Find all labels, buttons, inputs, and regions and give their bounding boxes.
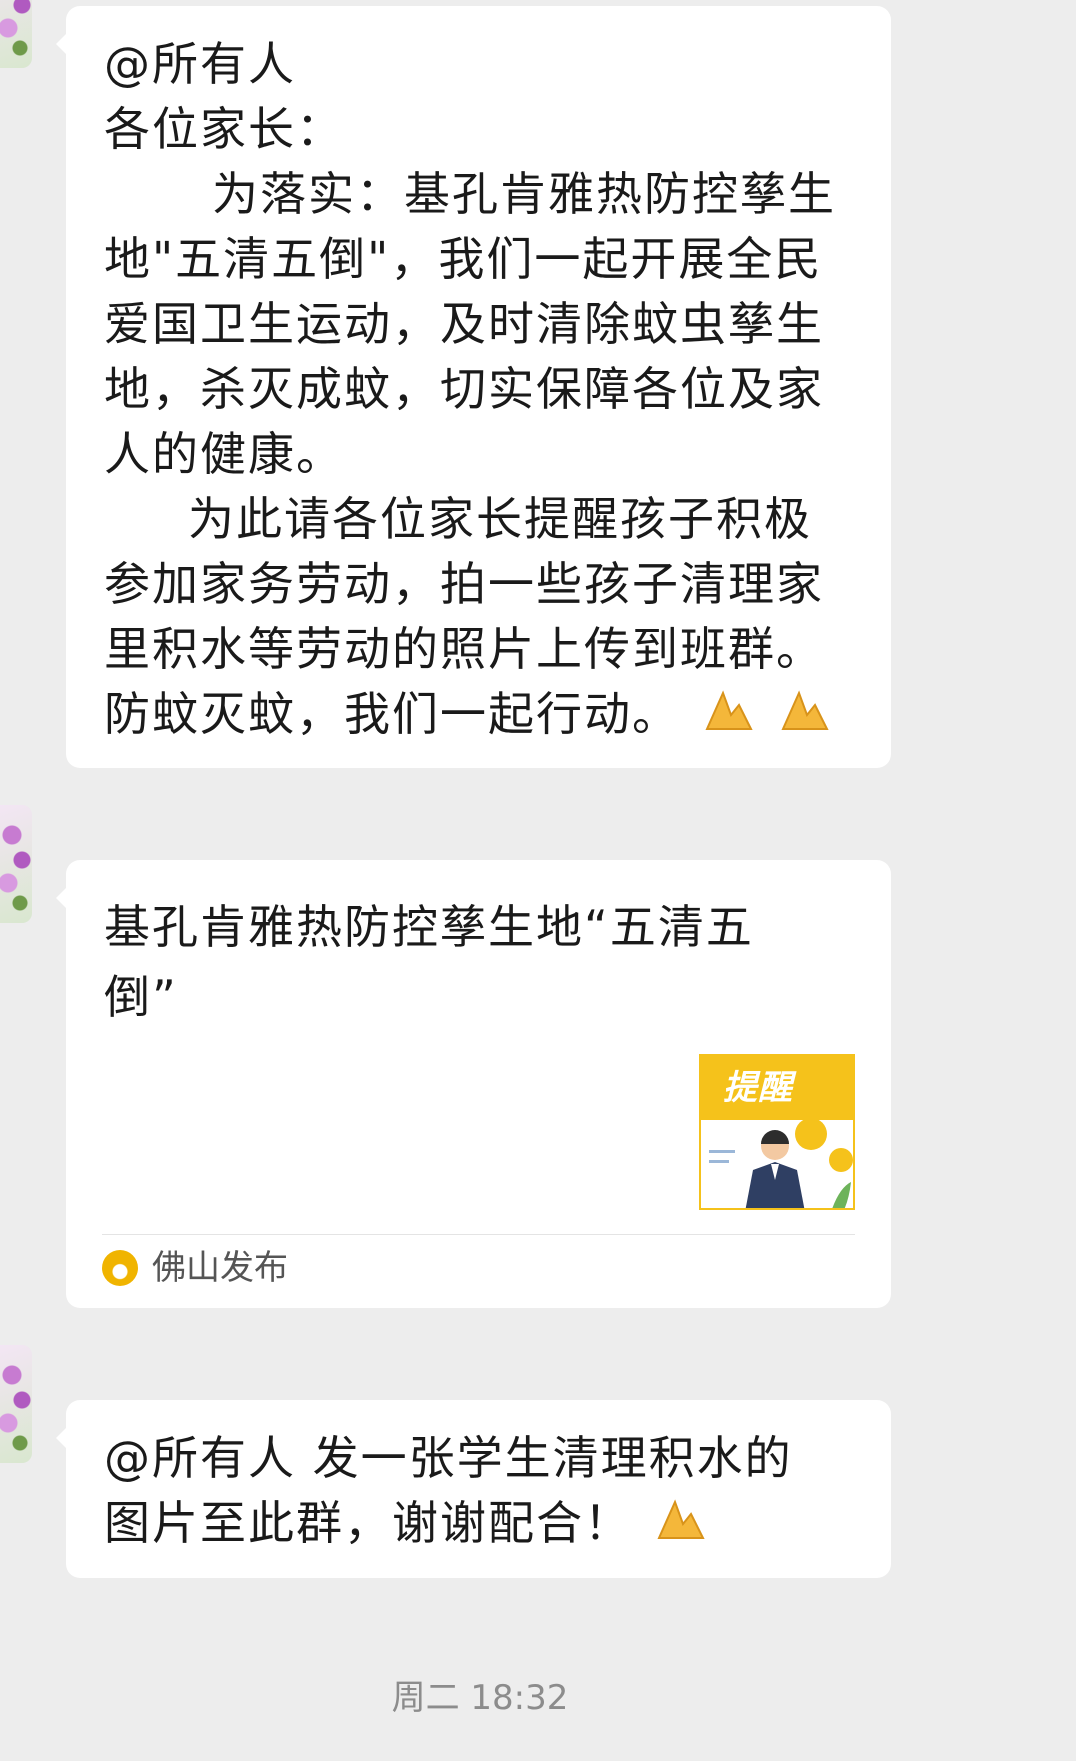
article-title: 基孔肯雅热防控孳生地“五清五 倒” — [104, 892, 844, 1032]
sender-avatar[interactable] — [0, 805, 32, 923]
message-line: 图片至此群，谢谢配合！ — [104, 1496, 632, 1550]
message-line: 防蚊灭蚊，我们一起行动。 — [104, 687, 680, 741]
message-bubble[interactable]: @所有人 各位家长： 为落实：基孔肯雅热防控孳生 地"五清五倒"，我们一起开展全… — [56, 6, 891, 768]
message-line: 人的健康。 — [104, 427, 344, 481]
message-line: 参加家务劳动，拍一些孩子清理家 — [104, 557, 824, 611]
sender-avatar[interactable] — [0, 0, 32, 68]
message-text: @所有人 发一张学生清理积水的 图片至此群，谢谢配合！ — [104, 1426, 864, 1559]
message-line: 为此请各位家长提醒孩子积极 — [188, 492, 812, 546]
message-line: @所有人 发一张学生清理积水的 — [104, 1431, 793, 1485]
message-bubble[interactable]: @所有人 发一张学生清理积水的 图片至此群，谢谢配合！ — [56, 1400, 891, 1578]
praying-hands-icon — [701, 685, 757, 750]
article-thumbnail: 提醒 — [699, 1054, 855, 1210]
message-line: 地，杀灭成蚊，切实保障各位及家 — [104, 362, 824, 416]
person-illustration-icon — [709, 1120, 853, 1208]
message-line: 各位家长： — [104, 102, 344, 156]
card-divider — [102, 1234, 855, 1235]
article-card[interactable]: 基孔肯雅热防控孳生地“五清五 倒” 提醒 佛山发布 — [56, 860, 891, 1308]
message-line: 爱国卫生运动，及时清除蚊虫孳生 — [104, 297, 824, 351]
source-logo-icon — [102, 1250, 138, 1286]
praying-hands-icon — [653, 1494, 709, 1559]
message-line: 为落实：基孔肯雅热防控孳生 — [212, 167, 836, 221]
article-title-line: 倒” — [104, 970, 178, 1024]
chat-timestamp: 周二 18:32 — [391, 1678, 569, 1718]
article-title-line: 基孔肯雅热防控孳生地“五清五 — [104, 900, 754, 954]
message-line-with-emoji: 防蚊灭蚊，我们一起行动。 — [104, 682, 864, 750]
message-line-with-emoji: 图片至此群，谢谢配合！ — [104, 1491, 864, 1559]
sender-avatar[interactable] — [0, 1345, 32, 1463]
thumbnail-banner-text: 提醒 — [701, 1056, 853, 1120]
praying-hands-icon — [777, 685, 833, 750]
message-line: 里积水等劳动的照片上传到班群。 — [104, 622, 824, 676]
message-line: @所有人 — [104, 37, 296, 91]
source-name: 佛山发布 — [152, 1248, 288, 1288]
message-text: @所有人 各位家长： 为落实：基孔肯雅热防控孳生 地"五清五倒"，我们一起开展全… — [104, 32, 864, 750]
message-line: 地"五清五倒"，我们一起开展全民 — [104, 232, 823, 286]
